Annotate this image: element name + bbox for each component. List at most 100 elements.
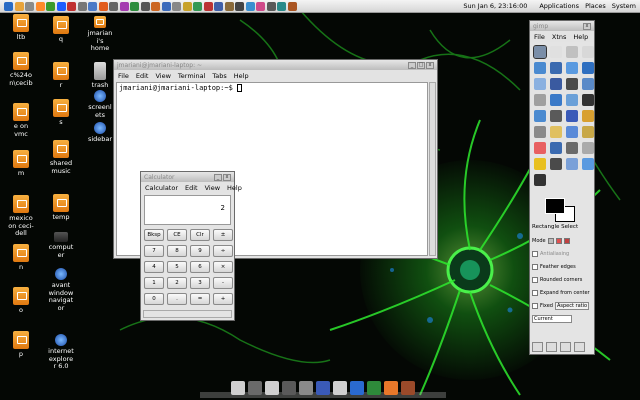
calc-button-10[interactable]: 6 (190, 261, 210, 273)
panel-clock[interactable]: Sun Jan 6, 23:16:00 (457, 2, 533, 10)
panel-launcher-icon[interactable] (77, 1, 87, 11)
close-icon[interactable]: x (583, 22, 591, 30)
desktop-icon-c3-2[interactable]: screenlets (87, 90, 113, 119)
calculator-titlebar[interactable]: Calculator _ x (141, 172, 234, 182)
menu-terminal[interactable]: Terminal (178, 72, 205, 80)
gimp-tool-icon[interactable] (550, 126, 562, 138)
gimp-tool-icon[interactable] (534, 110, 546, 122)
menu-help[interactable]: Help (234, 72, 249, 80)
menu-xtns[interactable]: Xtns (552, 33, 567, 41)
panel-launcher-icon[interactable] (193, 1, 202, 11)
dock-launcher-icon[interactable] (350, 381, 364, 395)
desktop-icon-c1-3[interactable]: m (8, 150, 34, 178)
gimp-tool-icon[interactable] (550, 94, 562, 106)
close-icon[interactable]: x (223, 173, 231, 181)
desktop-icon-c1-7[interactable]: p (8, 331, 34, 359)
gimp-tool-icon[interactable] (582, 62, 594, 74)
panel-menu-places[interactable]: Places (585, 2, 606, 10)
dock-launcher-icon[interactable] (265, 381, 279, 395)
dock-launcher-icon[interactable] (333, 381, 347, 395)
desktop-icon-c2-0[interactable]: q (48, 16, 74, 44)
calc-button-2[interactable]: Clr (190, 229, 210, 241)
desktop-icon-c1-1[interactable]: c%24on\cecib (8, 52, 34, 87)
gimp-tool-icon[interactable] (550, 62, 562, 74)
gimp-tool-icon[interactable] (582, 142, 594, 154)
menu-edit[interactable]: Edit (185, 184, 198, 192)
terminal-scrollbar[interactable] (429, 82, 436, 256)
menu-file[interactable]: File (534, 33, 545, 41)
gimp-tool-icon[interactable] (566, 126, 578, 138)
panel-launcher-icon[interactable] (256, 1, 265, 11)
mode-add-icon[interactable] (555, 238, 562, 244)
panel-launcher-icon[interactable] (109, 1, 118, 11)
calc-button-9[interactable]: 5 (167, 261, 187, 273)
panel-launcher-icon[interactable] (245, 1, 255, 11)
desktop-icon-c1-4[interactable]: mexico on ceci-dell (8, 195, 34, 238)
dock-launcher-icon[interactable] (231, 381, 245, 395)
calc-button-17[interactable]: . (167, 293, 187, 305)
panel-launcher-icon[interactable] (119, 1, 129, 11)
minimize-icon[interactable]: _ (214, 173, 222, 181)
gimp-titlebar[interactable]: gimp x (530, 21, 594, 31)
dock-launcher-icon[interactable] (401, 381, 415, 395)
calc-button-13[interactable]: 2 (167, 277, 187, 289)
desktop-icon-c3-3[interactable]: sidebar (87, 122, 113, 144)
gimp-tool-icon[interactable] (534, 78, 546, 90)
current-field[interactable]: Current (532, 315, 572, 323)
aspect-ratio-dropdown[interactable]: Aspect ratio (554, 302, 590, 310)
gimp-tool-icon[interactable] (534, 94, 546, 106)
desktop-icon-c1-5[interactable]: n (8, 244, 34, 272)
calc-button-16[interactable]: 0 (144, 293, 164, 305)
gimp-tool-icon[interactable] (582, 78, 594, 90)
gimp-toolbox[interactable]: gimp x File Xtns Help Rectangle Select M… (529, 20, 595, 355)
calc-button-18[interactable]: = (190, 293, 210, 305)
panel-launcher-icon[interactable] (14, 1, 24, 11)
desktop-icon-c2-1[interactable]: r (48, 62, 74, 90)
calc-button-5[interactable]: 8 (167, 245, 187, 257)
gimp-tool-icon[interactable] (582, 158, 594, 170)
panel-launcher-icon[interactable] (182, 1, 192, 11)
desktop-icon-c2-6[interactable]: avant window navigator (48, 268, 74, 312)
panel-launcher-icon[interactable] (277, 1, 286, 11)
panel-menu-applications[interactable]: Applications (539, 2, 579, 10)
panel-launcher-icon[interactable] (4, 1, 13, 11)
desktop-icon-c1-0[interactable]: ltb (8, 14, 34, 42)
gimp-tool-icon[interactable] (566, 62, 578, 74)
panel-launcher-icon[interactable] (214, 1, 223, 11)
gimp-tool-icon[interactable] (582, 126, 594, 138)
maximize-icon[interactable]: □ (417, 61, 425, 69)
panel-launcher-icon[interactable] (235, 1, 244, 11)
gimp-tool-icon[interactable] (533, 45, 547, 59)
gimp-tool-icon[interactable] (566, 110, 578, 122)
mode-replace-icon[interactable] (547, 238, 554, 244)
panel-launcher-icon[interactable] (224, 1, 234, 11)
menu-help[interactable]: Help (227, 184, 242, 192)
menu-edit[interactable]: Edit (136, 72, 149, 80)
panel-launcher-icon[interactable] (88, 1, 97, 11)
panel-launcher-icon[interactable] (25, 1, 34, 11)
calc-button-7[interactable]: ÷ (213, 245, 233, 257)
gimp-tool-icon[interactable] (550, 142, 562, 154)
gimp-tool-icon[interactable] (582, 46, 594, 58)
gimp-tool-icon[interactable] (566, 46, 578, 58)
gimp-tool-icon[interactable] (550, 158, 562, 170)
calc-button-11[interactable]: × (213, 261, 233, 273)
dock-launcher-icon[interactable] (316, 381, 330, 395)
calc-button-12[interactable]: 1 (144, 277, 164, 289)
panel-launcher-icon[interactable] (172, 1, 181, 11)
mode-subtract-icon[interactable] (563, 238, 570, 244)
gimp-tool-icon[interactable] (534, 62, 546, 74)
gimp-tool-icon[interactable] (534, 158, 546, 170)
panel-launcher-icon[interactable] (266, 1, 276, 11)
dock-launcher-icon[interactable] (248, 381, 262, 395)
panel-launcher-icon[interactable] (56, 1, 66, 11)
gimp-tool-icon[interactable] (550, 46, 562, 58)
desktop-icon-c1-2[interactable]: e on vmc (8, 103, 34, 138)
panel-launcher-icon[interactable] (140, 1, 150, 11)
rounded-corners-checkbox[interactable] (532, 277, 538, 283)
delete-options-icon[interactable] (560, 342, 571, 352)
panel-launcher-icon[interactable] (287, 1, 297, 11)
gimp-tool-icon[interactable] (550, 78, 562, 90)
calc-button-14[interactable]: 3 (190, 277, 210, 289)
fixed-checkbox[interactable] (532, 303, 538, 309)
